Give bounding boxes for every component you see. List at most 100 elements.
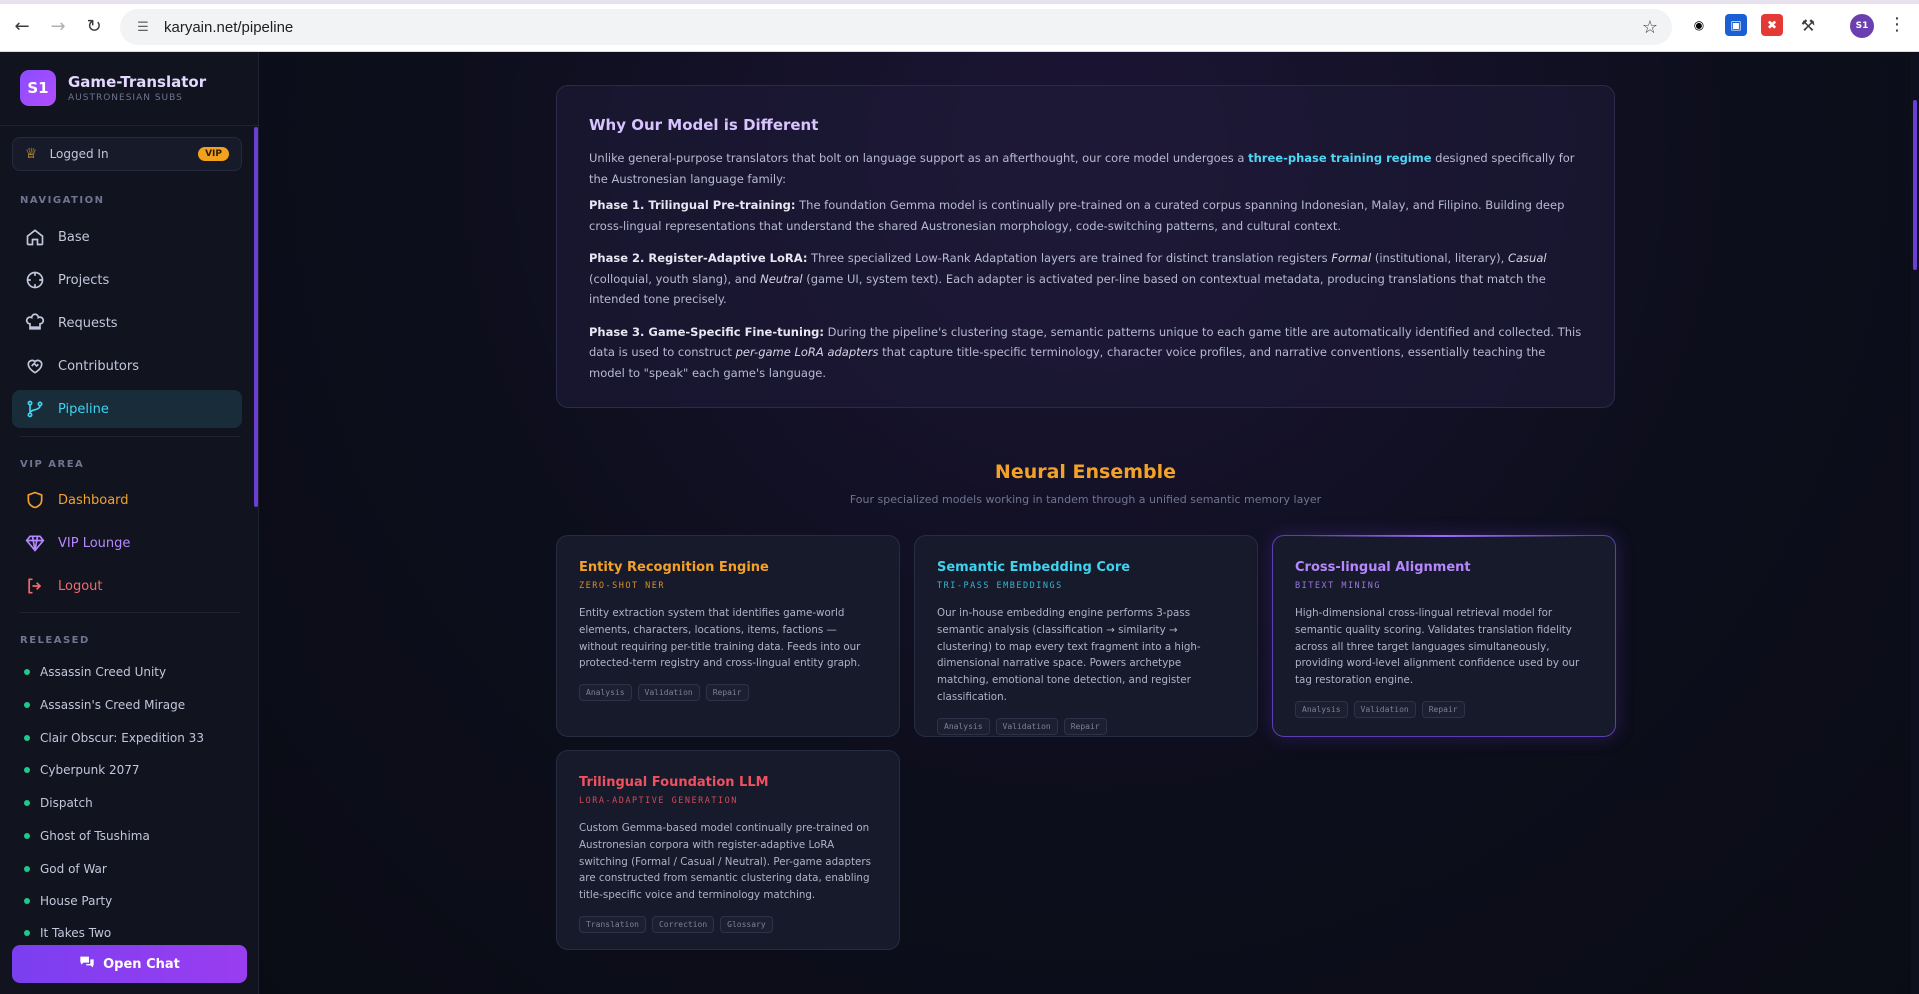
browser-menu-icon[interactable]: ⋮ — [1888, 14, 1906, 35]
sidebar-item-pipeline[interactable]: Pipeline — [12, 390, 242, 428]
released-item-label: House Party — [40, 894, 113, 908]
site-info-icon[interactable]: ☰ — [134, 18, 152, 36]
main-scrollbar[interactable] — [1911, 52, 1919, 994]
sidebar-item-label: Base — [58, 229, 90, 245]
sidebar-scrollbar[interactable] — [254, 127, 258, 507]
extensions-puzzle-icon[interactable]: ⚒ — [1797, 14, 1819, 36]
scrollbar-thumb[interactable] — [1913, 100, 1917, 270]
shield-icon — [24, 489, 46, 511]
brand-logo: S1 — [20, 70, 56, 106]
chip: Correction — [651, 915, 715, 933]
extension-red-icon[interactable]: ✖ — [1761, 14, 1783, 36]
sidebar-item-base[interactable]: Base — [12, 218, 242, 256]
sidebar-item-label: Logout — [58, 578, 103, 594]
why-title: Why Our Model is Different — [589, 116, 819, 134]
sidebar-item-vip-lounge[interactable]: VIP Lounge — [12, 524, 242, 562]
vip-section-label: VIP AREA — [20, 459, 85, 470]
bookmark-star-icon[interactable]: ☆ — [1642, 17, 1658, 38]
released-item[interactable]: Assassin's Creed Mirage — [24, 698, 185, 712]
card-tag: ZERO-SHOT NER — [579, 581, 666, 591]
sidebar-item-label: VIP Lounge — [58, 535, 131, 551]
released-item[interactable]: Cyberpunk 2077 — [24, 763, 140, 777]
released-item[interactable]: God of War — [24, 862, 107, 876]
sidebar-item-projects[interactable]: Projects — [12, 261, 242, 299]
chip: Repair — [1063, 717, 1107, 735]
card-title: Entity Recognition Engine — [579, 560, 769, 575]
status-dot — [24, 930, 30, 936]
card-title: Semantic Embedding Core — [937, 560, 1131, 575]
login-status-label: Logged In — [49, 147, 109, 161]
released-item-label: Ghost of Tsushima — [40, 829, 150, 843]
status-dot — [24, 866, 30, 872]
sidebar-item-label: Contributors — [58, 358, 139, 374]
status-dot — [24, 800, 30, 806]
released-section-label: RELEASED — [20, 635, 90, 646]
card-description: High-dimensional cross-lingual retrieval… — [1295, 607, 1580, 687]
card-chips: Analysis Validation Repair — [937, 717, 1235, 735]
card-description: Our in-house embedding engine performs 3… — [937, 607, 1201, 703]
browser-toolbar: ← → ↻ ☰ karyain.net/pipeline ☆ ◉ ▣ ✖ ⚒ S… — [0, 0, 1919, 52]
sidebar-item-label: Pipeline — [58, 401, 109, 417]
extension-translate-icon[interactable]: ▣ — [1725, 14, 1747, 36]
model-card-cross-lingual-alignment: Cross-lingual Alignment BITEXT MINING Hi… — [1272, 535, 1616, 737]
sidebar-item-dashboard[interactable]: Dashboard — [12, 481, 242, 519]
chip: Glossary — [720, 915, 773, 933]
card-description: Entity extraction system that identifies… — [579, 607, 861, 670]
chip: Validation — [637, 684, 700, 702]
released-item[interactable]: Ghost of Tsushima — [24, 829, 150, 843]
crosshair-icon — [24, 269, 46, 291]
url-text[interactable]: karyain.net/pipeline — [164, 19, 293, 36]
released-item-label: Assassin's Creed Mirage — [40, 698, 186, 712]
chip: Translation — [579, 915, 646, 933]
address-bar[interactable]: ☰ karyain.net/pipeline ☆ — [120, 9, 1672, 45]
reload-icon[interactable]: ↻ — [76, 8, 112, 44]
phase-3-emphasis: per-game LoRA adapters — [735, 345, 879, 359]
chip: Repair — [1421, 700, 1465, 718]
card-title: Trilingual Foundation LLM — [579, 775, 769, 790]
chef-hat-icon — [24, 312, 46, 334]
released-item[interactable]: Dispatch — [24, 796, 93, 810]
crown-icon: ♕ — [25, 146, 38, 162]
sidebar-item-requests[interactable]: Requests — [12, 304, 242, 342]
forward-icon[interactable]: → — [40, 8, 76, 44]
released-item[interactable]: Assassin Creed Unity — [24, 665, 166, 679]
released-item-label: It Takes Two — [40, 926, 112, 940]
chip: Validation — [995, 717, 1058, 735]
register-formal: Formal — [1331, 251, 1372, 265]
released-item-label: Dispatch — [40, 796, 93, 810]
released-item[interactable]: House Party — [24, 894, 112, 908]
profile-avatar[interactable]: S1 — [1850, 14, 1874, 38]
back-icon[interactable]: ← — [4, 8, 40, 44]
card-tag: BITEXT MINING — [1295, 581, 1382, 591]
chip: Analysis — [1295, 700, 1348, 718]
sidebar-item-logout[interactable]: Logout — [12, 567, 242, 605]
why-intro: Unlike general-purpose translators that … — [589, 148, 1582, 189]
brand[interactable]: S1 Game-Translator AUSTRONESIAN SUBS — [20, 70, 206, 106]
chip: Repair — [705, 684, 749, 702]
open-chat-button[interactable]: Open Chat — [12, 945, 247, 983]
released-item[interactable]: It Takes Two — [24, 926, 111, 940]
card-description: Custom Gemma-based model continually pre… — [579, 822, 871, 902]
card-tag: TRI-PASS EMBEDDINGS — [937, 581, 1063, 591]
released-item-label: God of War — [40, 862, 107, 876]
sidebar: S1 Game-Translator AUSTRONESIAN SUBS ♕ L… — [0, 52, 259, 994]
status-dot — [24, 833, 30, 839]
phase-2: Phase 2. Register-Adaptive LoRA: Three s… — [589, 248, 1582, 310]
phase-2-title: Phase 2. Register-Adaptive LoRA: — [589, 251, 808, 265]
sidebar-item-label: Requests — [58, 315, 118, 331]
intro-text: Unlike general-purpose translators that … — [589, 151, 1249, 165]
model-card-entity-recognition: Entity Recognition Engine ZERO-SHOT NER … — [556, 535, 900, 737]
released-item[interactable]: Clair Obscur: Expedition 33 — [24, 731, 204, 745]
home-icon — [24, 226, 46, 248]
ensemble-subtitle: Four specialized models working in tande… — [849, 493, 1322, 506]
phase-2-text: (colloquial, youth slang), and — [589, 271, 761, 286]
sidebar-item-contributors[interactable]: Contributors — [12, 347, 242, 385]
phase-1: Phase 1. Trilingual Pre-training: The fo… — [589, 195, 1582, 236]
ensemble-title: Neural Ensemble — [994, 461, 1177, 483]
chip: Analysis — [579, 684, 632, 702]
extension-glasses-icon[interactable]: ◉ — [1688, 14, 1710, 36]
phase-1-title: Phase 1. Trilingual Pre-training: — [589, 198, 796, 212]
status-dot — [24, 735, 30, 741]
heart-handshake-icon — [24, 355, 46, 377]
model-card-semantic-embedding: Semantic Embedding Core TRI-PASS EMBEDDI… — [914, 535, 1258, 737]
